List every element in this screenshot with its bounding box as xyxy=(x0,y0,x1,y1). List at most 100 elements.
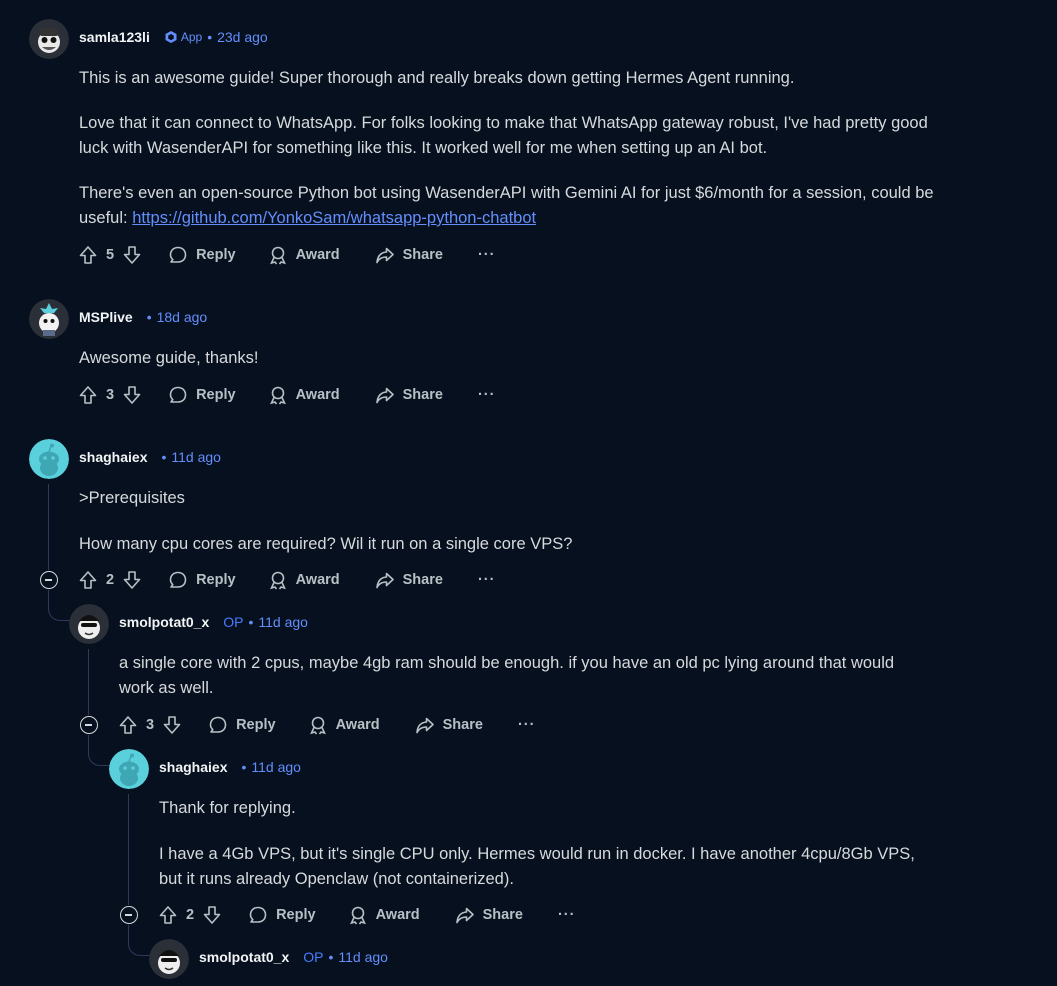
comment-header: smolpotat0_x OP • 11d ago xyxy=(119,612,308,632)
reply-icon xyxy=(168,245,188,265)
reply-button[interactable]: Reply xyxy=(248,905,316,925)
award-button[interactable]: Award xyxy=(308,715,380,735)
comment-header: samla123li App • 23d ago xyxy=(79,27,268,47)
username[interactable]: smolpotat0_x xyxy=(199,949,289,965)
username[interactable]: shaghaiex xyxy=(159,759,227,775)
thread-line[interactable] xyxy=(48,484,49,570)
upvote-icon[interactable] xyxy=(78,570,98,590)
share-icon xyxy=(455,905,475,925)
award-button[interactable]: Award xyxy=(268,385,340,405)
comment-header: shaghaiex • 11d ago xyxy=(159,757,301,777)
award-button[interactable]: Award xyxy=(268,245,340,265)
share-icon xyxy=(415,715,435,735)
reply-button[interactable]: Reply xyxy=(168,245,236,265)
collapse-thread-button[interactable] xyxy=(40,571,58,589)
timestamp[interactable]: 23d ago xyxy=(217,29,268,45)
username[interactable]: MSPlive xyxy=(79,309,133,325)
vote-count: 2 xyxy=(186,907,195,923)
more-options-button[interactable]: ··· xyxy=(478,387,496,403)
downvote-icon[interactable] xyxy=(162,715,182,735)
username[interactable]: smolpotat0_x xyxy=(119,614,209,630)
avatar[interactable] xyxy=(69,604,109,644)
vote-control: 2 xyxy=(78,570,142,590)
comment-body: This is an awesome guide! Super thorough… xyxy=(79,66,939,231)
timestamp[interactable]: 11d ago xyxy=(338,949,388,965)
vote-control: 3 xyxy=(118,715,182,735)
comment-paragraph: I have a 4Gb VPS, but it's single CPU on… xyxy=(159,845,915,888)
reply-icon xyxy=(208,715,228,735)
avatar[interactable] xyxy=(29,299,69,339)
comment-body: Thank for replying. I have a 4Gb VPS, bu… xyxy=(159,796,919,892)
vote-count: 5 xyxy=(106,247,115,263)
share-button[interactable]: Share xyxy=(375,570,443,590)
thread-line[interactable] xyxy=(88,649,89,715)
upvote-icon[interactable] xyxy=(118,715,138,735)
vote-count: 2 xyxy=(106,572,115,588)
comment-paragraph: Awesome guide, thanks! xyxy=(79,349,259,367)
comment-body: >Prerequisites How many cpu cores are re… xyxy=(79,486,939,557)
award-button[interactable]: Award xyxy=(268,570,340,590)
downvote-icon[interactable] xyxy=(202,905,222,925)
share-button[interactable]: Share xyxy=(375,245,443,265)
timestamp[interactable]: 18d ago xyxy=(157,309,208,325)
share-icon xyxy=(375,570,395,590)
comment-paragraph: This is an awesome guide! Super thorough… xyxy=(79,69,795,87)
avatar[interactable] xyxy=(109,749,149,789)
upvote-icon[interactable] xyxy=(78,385,98,405)
comment-actions: 2 Reply Award Share ··· xyxy=(158,903,575,927)
avatar[interactable] xyxy=(149,939,189,979)
award-icon xyxy=(308,715,328,735)
app-badge-icon xyxy=(165,31,177,43)
downvote-icon[interactable] xyxy=(122,385,142,405)
reply-icon xyxy=(168,570,188,590)
comment-actions: 3 Reply Award Share ··· xyxy=(78,383,495,407)
award-button[interactable]: Award xyxy=(348,905,420,925)
collapse-thread-button[interactable] xyxy=(120,906,138,924)
comment-paragraph: There's even an open-source Python bot u… xyxy=(79,184,934,227)
op-badge: OP xyxy=(223,614,244,630)
reply-button[interactable]: Reply xyxy=(208,715,276,735)
username[interactable]: shaghaiex xyxy=(79,449,147,465)
comment-header: smolpotat0_x OP • 11d ago xyxy=(199,947,388,967)
share-icon xyxy=(375,245,395,265)
downvote-icon[interactable] xyxy=(122,245,142,265)
comment-body: a single core with 2 cpus, maybe 4gb ram… xyxy=(119,651,919,701)
avatar[interactable] xyxy=(29,19,69,59)
more-options-button[interactable]: ··· xyxy=(518,717,536,733)
github-link[interactable]: https://github.com/YonkoSam/whatsapp-pyt… xyxy=(132,209,536,227)
separator-dot: • xyxy=(146,309,152,325)
share-icon xyxy=(375,385,395,405)
comment-header: MSPlive • 18d ago xyxy=(79,307,207,327)
vote-count: 3 xyxy=(106,387,115,403)
timestamp[interactable]: 11d ago xyxy=(258,614,308,630)
reply-button[interactable]: Reply xyxy=(168,570,236,590)
share-button[interactable]: Share xyxy=(415,715,483,735)
award-icon xyxy=(268,385,288,405)
separator-dot: • xyxy=(328,949,334,965)
reply-button[interactable]: Reply xyxy=(168,385,236,405)
share-button[interactable]: Share xyxy=(375,385,443,405)
thread-connector xyxy=(128,925,151,956)
separator-dot: • xyxy=(241,759,247,775)
upvote-icon[interactable] xyxy=(158,905,178,925)
comment-actions: 3 Reply Award Share ··· xyxy=(118,713,535,737)
collapse-thread-button[interactable] xyxy=(80,716,98,734)
comment-paragraph: a single core with 2 cpus, maybe 4gb ram… xyxy=(119,654,895,697)
thread-line[interactable] xyxy=(128,794,129,905)
more-options-button[interactable]: ··· xyxy=(558,907,576,923)
reply-icon xyxy=(248,905,268,925)
username[interactable]: samla123li xyxy=(79,29,150,45)
award-icon xyxy=(348,905,368,925)
share-button[interactable]: Share xyxy=(455,905,523,925)
op-badge: OP xyxy=(303,949,324,965)
more-options-button[interactable]: ··· xyxy=(478,247,496,263)
comment-header: shaghaiex • 11d ago xyxy=(79,447,221,467)
avatar[interactable] xyxy=(29,439,69,479)
more-options-button[interactable]: ··· xyxy=(478,572,496,588)
reply-icon xyxy=(168,385,188,405)
award-icon xyxy=(268,245,288,265)
timestamp[interactable]: 11d ago xyxy=(171,449,221,465)
upvote-icon[interactable] xyxy=(78,245,98,265)
downvote-icon[interactable] xyxy=(122,570,142,590)
timestamp[interactable]: 11d ago xyxy=(251,759,301,775)
